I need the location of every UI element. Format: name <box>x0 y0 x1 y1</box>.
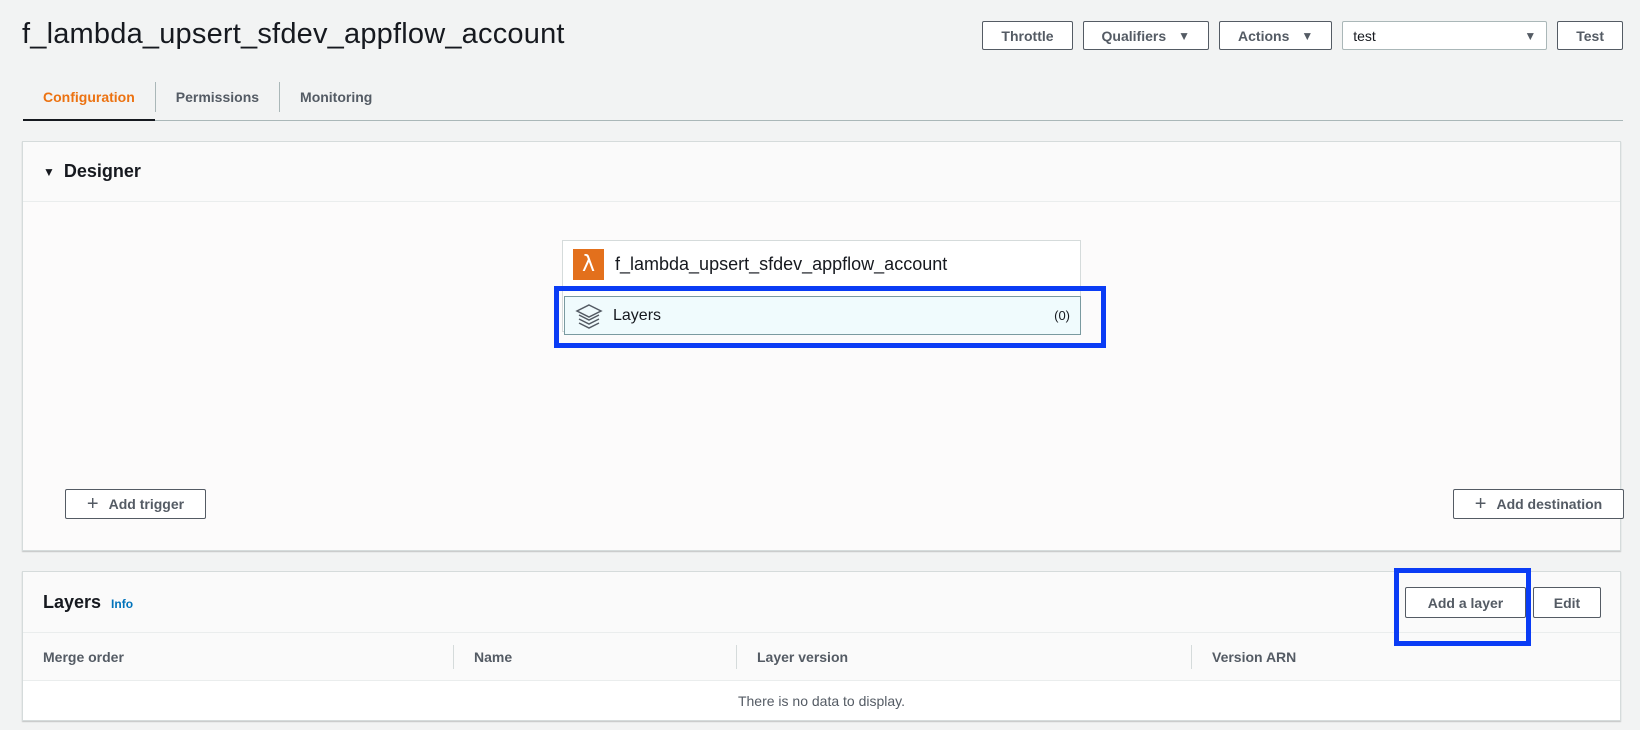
function-node-header[interactable]: λ f_lambda_upsert_sfdev_appflow_account <box>563 241 1080 287</box>
designer-header[interactable]: ▼ Designer <box>23 142 1620 202</box>
empty-table-message: There is no data to display. <box>737 693 906 709</box>
caret-down-icon: ▼ <box>1301 28 1314 43</box>
designer-panel: ▼ Designer λ f_lambda_upsert_sfdev_appfl… <box>22 141 1624 551</box>
tab-bar: Configuration Permissions Monitoring <box>23 74 1623 121</box>
layers-node[interactable]: Layers (0) <box>564 296 1081 335</box>
edit-button[interactable]: Edit <box>1533 587 1601 618</box>
throttle-button[interactable]: Throttle <box>982 21 1073 50</box>
actions-label: Actions <box>1238 27 1290 44</box>
tab-monitoring[interactable]: Monitoring <box>280 74 392 120</box>
plus-icon: + <box>86 493 99 515</box>
actions-dropdown[interactable]: Actions ▼ <box>1219 21 1333 50</box>
tab-permissions[interactable]: Permissions <box>156 74 279 120</box>
qualifiers-dropdown[interactable]: Qualifiers ▼ <box>1082 21 1210 50</box>
layers-node-count: (0) <box>1054 308 1070 323</box>
tab-configuration[interactable]: Configuration <box>23 74 155 121</box>
column-header-layer-version[interactable]: Layer version <box>736 644 1191 669</box>
test-event-value: test <box>1353 27 1376 44</box>
column-header-version-arn[interactable]: Version ARN <box>1191 644 1620 669</box>
column-header-name[interactable]: Name <box>453 644 736 669</box>
edit-label: Edit <box>1553 594 1581 611</box>
plus-icon: + <box>1474 493 1487 515</box>
layers-panel-title: Layers <box>43 591 102 612</box>
function-node[interactable]: λ f_lambda_upsert_sfdev_appflow_account … <box>562 240 1081 335</box>
add-trigger-button[interactable]: + Add trigger <box>65 489 206 519</box>
top-action-bar: Throttle Qualifiers ▼ Actions ▼ test ▼ Test <box>982 21 1623 50</box>
test-button[interactable]: Test <box>1557 21 1623 50</box>
add-destination-label: Add destination <box>1496 496 1603 512</box>
layers-icon <box>575 303 603 329</box>
layers-panel: Layers Info Add a layer Edit Merge order… <box>22 571 1621 721</box>
qualifiers-label: Qualifiers <box>1101 27 1167 44</box>
layers-panel-header: Layers Info Add a layer Edit <box>23 572 1620 633</box>
info-link[interactable]: Info <box>111 597 133 611</box>
expand-triangle-icon[interactable]: ▼ <box>43 165 55 179</box>
layers-node-label: Layers <box>613 306 662 324</box>
designer-title: Designer <box>63 161 141 181</box>
lambda-icon: λ <box>573 248 604 280</box>
add-layer-button[interactable]: Add a layer <box>1405 587 1526 618</box>
layers-table-header: Merge order Name Layer version Version A… <box>23 633 1620 681</box>
column-header-merge-order[interactable]: Merge order <box>23 645 453 669</box>
function-node-name: f_lambda_upsert_sfdev_appflow_account <box>615 253 948 274</box>
caret-down-icon: ▼ <box>1178 28 1191 43</box>
page-title: f_lambda_upsert_sfdev_appflow_account <box>22 18 565 50</box>
test-label: Test <box>1576 27 1604 44</box>
add-destination-button[interactable]: + Add destination <box>1453 489 1624 519</box>
test-event-select[interactable]: test ▼ <box>1342 21 1548 50</box>
caret-down-icon: ▼ <box>1524 28 1537 43</box>
throttle-label: Throttle <box>1001 27 1054 44</box>
add-layer-label: Add a layer <box>1427 594 1504 611</box>
add-trigger-label: Add trigger <box>108 496 185 512</box>
